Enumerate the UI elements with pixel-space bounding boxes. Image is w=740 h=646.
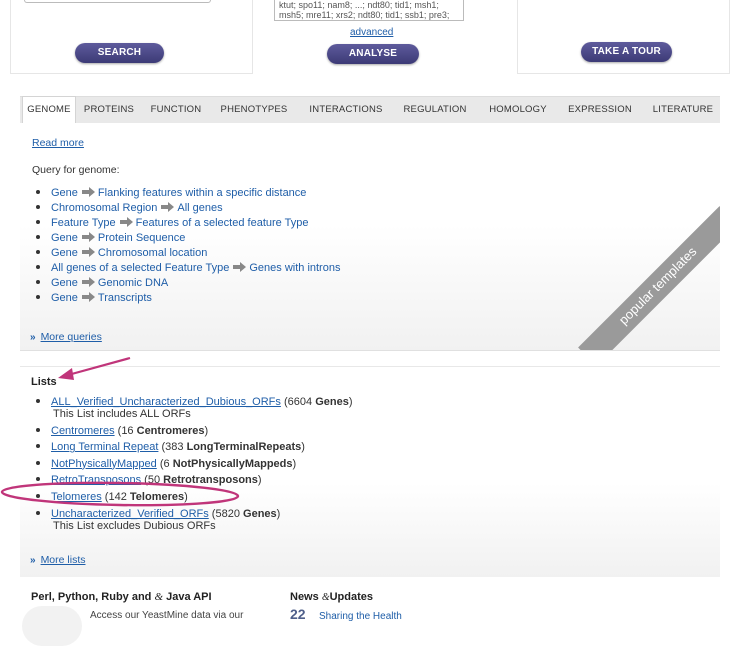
search-button[interactable]: SEARCH	[75, 43, 164, 63]
tab-interactions[interactable]: INTERACTIONS	[308, 97, 384, 123]
double-chevron-icon: »	[30, 332, 36, 343]
double-chevron-icon: »	[30, 555, 36, 566]
more-lists[interactable]: » More lists	[30, 554, 86, 566]
more-queries-link[interactable]: More queries	[41, 331, 102, 343]
list-link[interactable]: ALL_Verified_Uncharacterized_Dubious_ORF…	[51, 396, 281, 408]
arrow-right-icon	[81, 187, 95, 198]
arrow-right-icon	[81, 277, 95, 288]
tab-proteins[interactable]: PROTEINS	[82, 97, 136, 123]
list-type: Telomeres	[129, 490, 185, 503]
list-link[interactable]: RetroTransposons	[51, 474, 141, 486]
more-lists-link[interactable]: More lists	[41, 554, 86, 566]
list-count: 142	[108, 490, 127, 503]
list-count: 16	[121, 424, 134, 437]
list-type: Centromeres	[136, 424, 205, 437]
list-description: This List includes ALL ORFs	[53, 408, 191, 420]
news-day: 22	[290, 606, 306, 622]
query-from[interactable]: Gene	[51, 247, 78, 259]
tab-literature[interactable]: LITERATURE	[650, 97, 716, 123]
query-to[interactable]: Flanking features within a specific dist…	[98, 187, 307, 199]
query-from[interactable]: Gene	[51, 277, 78, 289]
list-item: NotPhysicallyMapped (6 NotPhysicallyMapp…	[32, 458, 353, 470]
query-from[interactable]: Gene	[51, 292, 78, 304]
arrow-right-icon	[81, 292, 95, 303]
list-item[interactable]: Feature Type Features of a selected featu…	[32, 216, 340, 231]
tab-function[interactable]: FUNCTION	[148, 97, 204, 123]
tab-expression[interactable]: EXPRESSION	[568, 97, 632, 123]
arrow-right-icon	[233, 262, 247, 273]
query-from[interactable]: Gene	[51, 232, 78, 244]
advanced-link[interactable]: advanced	[350, 27, 393, 38]
list-item[interactable]: Gene Genomic DNA	[32, 276, 340, 291]
more-queries[interactable]: » More queries	[30, 331, 102, 343]
list-count: 6	[163, 457, 170, 470]
list-link[interactable]: Centromeres	[51, 425, 115, 437]
list-count: 383	[165, 441, 184, 454]
tour-panel	[517, 0, 730, 74]
take-a-tour-button[interactable]: TAKE A TOUR	[581, 42, 672, 62]
query-from[interactable]: All genes of a selected Feature Type	[51, 262, 229, 274]
list-description: This List excludes Dubious ORFs	[53, 519, 216, 532]
query-intro: Query for genome:	[32, 164, 120, 176]
api-heading: Perl, Python, Ruby and & Java API	[31, 591, 212, 603]
query-to[interactable]: Transcripts	[98, 292, 152, 304]
list-item: ALL_Verified_Uncharacterized_Dubious_ORF…	[32, 396, 353, 420]
list-type: LongTerminalRepeats	[186, 441, 302, 454]
query-to[interactable]: All genes	[177, 202, 222, 214]
tab-regulation[interactable]: REGULATION	[402, 97, 468, 123]
query-to[interactable]: Chromosomal location	[98, 247, 207, 259]
arrow-right-icon	[81, 247, 95, 258]
list-item: Long Terminal Repeat (383 LongTerminalRe…	[32, 441, 353, 453]
list-item: Telomeres (142 Telomeres)	[32, 491, 353, 503]
list-type: NotPhysicallyMappeds	[172, 457, 293, 470]
list-link[interactable]: Uncharacterized_Verified_ORFs	[51, 508, 209, 520]
lists-list: ALL_Verified_Uncharacterized_Dubious_ORF…	[32, 396, 353, 536]
api-avatar	[22, 606, 82, 646]
list-count: 5820	[215, 507, 240, 520]
tab-homology[interactable]: HOMOLOGY	[487, 97, 549, 123]
arrow-right-icon	[81, 232, 95, 243]
list-count: 6604	[287, 396, 313, 408]
list-link[interactable]: Long Terminal Repeat	[51, 441, 158, 453]
list-item[interactable]: Gene Transcripts	[32, 291, 340, 306]
list-count: 50	[147, 474, 161, 487]
list-type: Genes	[243, 507, 277, 520]
read-more-link[interactable]: Read more	[32, 137, 84, 149]
tab-genome[interactable]: GENOME	[22, 96, 76, 124]
arrow-right-icon	[119, 217, 133, 228]
lists-heading: Lists	[31, 376, 57, 388]
list-type: Retrotransposons	[163, 474, 258, 487]
list-item[interactable]: Chromosomal Region All genes	[32, 201, 340, 216]
category-tabs: GENOME PROTEINS FUNCTION PHENOTYPES INTE…	[20, 96, 720, 124]
search-input[interactable]	[24, 0, 211, 3]
query-from[interactable]: Gene	[51, 187, 78, 199]
list-item[interactable]: All genes of a selected Feature Type Gene…	[32, 261, 340, 276]
query-to[interactable]: Protein Sequence	[98, 232, 185, 244]
list-link[interactable]: Telomeres	[51, 491, 102, 503]
tab-phenotypes[interactable]: PHENOTYPES	[220, 97, 288, 123]
news-heading: News &Updates	[290, 591, 373, 603]
query-from[interactable]: Chromosomal Region	[51, 202, 157, 214]
list-link[interactable]: NotPhysicallyMapped	[51, 458, 157, 470]
list-item: Uncharacterized_Verified_ORFs (5820 Gene…	[32, 508, 353, 532]
identifiers-textarea[interactable]: ktut; spo11; nam8; ...; ndt80; tid1; msh…	[274, 0, 464, 21]
api-text: Access our YeastMine data via our	[90, 610, 244, 621]
list-item: RetroTransposons (50 Retrotransposons)	[32, 474, 353, 486]
list-type: Genes	[315, 396, 349, 408]
popular-templates-ribbon: popular templates	[578, 206, 720, 350]
list-item: Centromeres (16 Centromeres)	[32, 425, 353, 437]
query-to[interactable]: Features of a selected feature Type	[136, 217, 309, 229]
query-from[interactable]: Feature Type	[51, 217, 116, 229]
query-list: Gene Flanking features within a specific …	[32, 186, 340, 306]
query-to[interactable]: Genes with introns	[249, 262, 340, 274]
list-item[interactable]: Gene Protein Sequence	[32, 231, 340, 246]
list-item[interactable]: Gene Flanking features within a specific …	[32, 186, 340, 201]
analyse-button[interactable]: ANALYSE	[327, 44, 419, 64]
arrow-right-icon	[161, 202, 175, 213]
query-to[interactable]: Genomic DNA	[98, 277, 168, 289]
list-item[interactable]: Gene Chromosomal location	[32, 246, 340, 261]
